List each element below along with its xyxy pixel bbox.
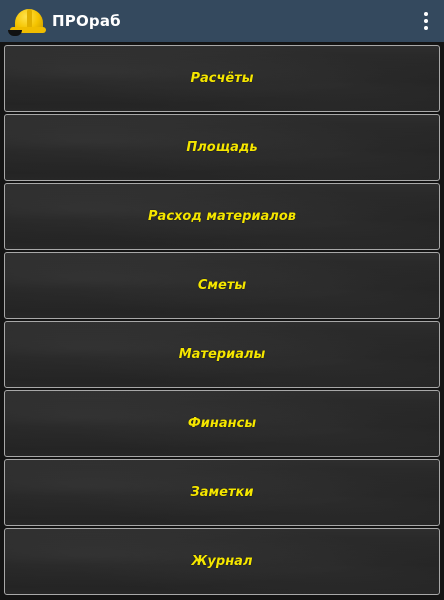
menu-item-label: Материалы bbox=[178, 347, 266, 362]
app-title: ПРОраб bbox=[52, 12, 121, 30]
menu-item-area[interactable]: Площадь bbox=[4, 114, 440, 181]
menu-item-journal[interactable]: Журнал bbox=[4, 528, 440, 595]
menu-item-label: Расчёты bbox=[190, 71, 254, 86]
hard-hat-icon bbox=[8, 6, 46, 36]
menu-item-notes[interactable]: Заметки bbox=[4, 459, 440, 526]
app-bar: ПРОраб bbox=[0, 0, 444, 42]
menu-item-label: Площадь bbox=[186, 140, 258, 155]
menu-item-materials[interactable]: Материалы bbox=[4, 321, 440, 388]
menu-item-label: Сметы bbox=[197, 278, 247, 293]
menu-item-label: Расход материалов bbox=[148, 209, 296, 224]
menu-item-finance[interactable]: Финансы bbox=[4, 390, 440, 457]
main-menu: Расчёты Площадь Расход материалов Сметы Мате… bbox=[4, 45, 440, 600]
menu-item-estimates[interactable]: Сметы bbox=[4, 252, 440, 319]
menu-item-label: Заметки bbox=[190, 485, 254, 500]
menu-item-label: Журнал bbox=[191, 554, 253, 569]
menu-item-material-consumption[interactable]: Расход материалов bbox=[4, 183, 440, 250]
more-vertical-icon[interactable] bbox=[416, 7, 436, 35]
menu-item-label: Финансы bbox=[187, 416, 257, 431]
menu-item-calculations[interactable]: Расчёты bbox=[4, 45, 440, 112]
